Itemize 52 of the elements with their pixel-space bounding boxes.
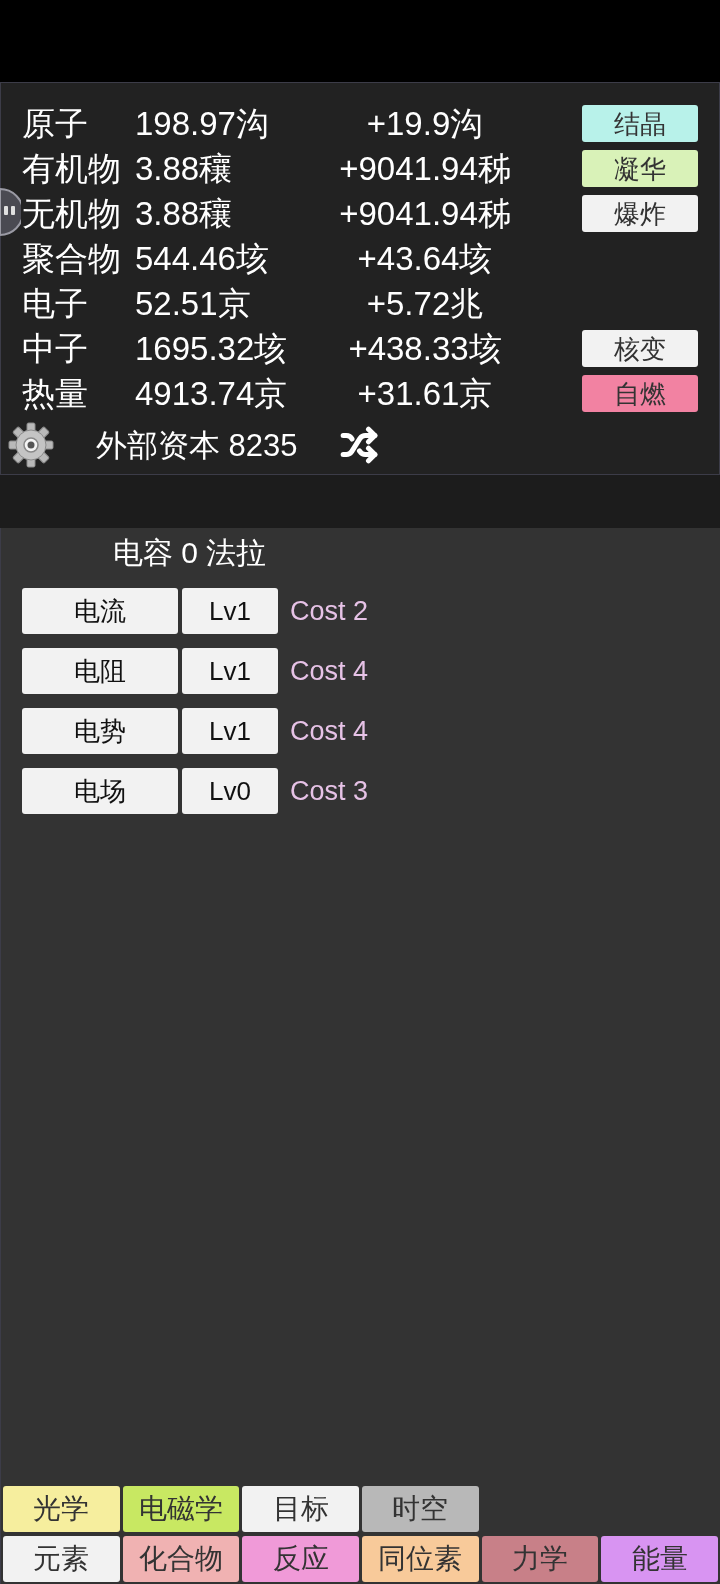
resource-name: 聚合物 — [22, 242, 122, 275]
resource-amount: 198.97沟 — [135, 107, 270, 140]
upgrade-button[interactable]: 电流 — [22, 588, 178, 634]
resource-name: 无机物 — [22, 197, 122, 230]
resource-amount: 52.51京 — [135, 287, 252, 320]
nav-tab[interactable]: 力学 — [481, 1536, 599, 1582]
resource-rate: +31.61京 — [357, 377, 493, 410]
resource-rate: +43.64垓 — [357, 242, 493, 275]
upgrade-button[interactable]: 电场 — [22, 768, 178, 814]
level-button[interactable]: Lv1 — [182, 648, 278, 694]
resource-amount: 3.88穰 — [135, 152, 234, 185]
capacitance-title: 电容 0 法拉 — [113, 538, 267, 568]
resource-name: 有机物 — [22, 152, 122, 185]
resource-rate: +5.72兆 — [366, 287, 484, 320]
capital-label: 外部资本 8235 — [96, 429, 298, 461]
floating-handle-icon[interactable] — [0, 188, 21, 236]
action-button[interactable]: 核变 — [582, 330, 698, 367]
level-button[interactable]: Lv1 — [182, 708, 278, 754]
nav-tab[interactable]: 元素 — [3, 1536, 120, 1582]
nav-tab[interactable]: 目标 — [242, 1486, 359, 1532]
settings-icon[interactable] — [8, 422, 54, 468]
resource-rate: +9041.94秭 — [339, 152, 511, 185]
nav-tab[interactable]: 同位素 — [362, 1536, 479, 1582]
nav-tab[interactable]: 能量 — [601, 1536, 718, 1582]
resource-rate: +438.33垓 — [348, 332, 502, 365]
nav-tab[interactable]: 时空 — [362, 1486, 479, 1532]
level-button[interactable]: Lv0 — [182, 768, 278, 814]
resource-name: 热量 — [22, 377, 89, 410]
resource-name: 中子 — [22, 332, 89, 365]
nav-tab[interactable]: 化合物 — [122, 1536, 240, 1582]
upgrade-button[interactable]: 电阻 — [22, 648, 178, 694]
level-button[interactable]: Lv1 — [182, 588, 278, 634]
upgrade-cost: Cost 3 — [290, 777, 369, 805]
resource-amount: 544.46垓 — [135, 242, 270, 275]
upgrade-cost: Cost 4 — [290, 657, 369, 685]
action-button[interactable]: 爆炸 — [582, 195, 698, 232]
action-button[interactable]: 结晶 — [582, 105, 698, 142]
resource-amount: 1695.32垓 — [135, 332, 289, 365]
nav-tab[interactable]: 反应 — [242, 1536, 359, 1582]
resource-rate: +9041.94秭 — [339, 197, 511, 230]
upgrade-button[interactable]: 电势 — [22, 708, 178, 754]
resource-rate: +19.9沟 — [366, 107, 484, 140]
action-button[interactable]: 凝华 — [582, 150, 698, 187]
action-button[interactable]: 自燃 — [582, 375, 698, 412]
resource-amount: 3.88穰 — [135, 197, 234, 230]
resource-amount: 4913.74京 — [135, 377, 289, 410]
resource-name: 原子 — [22, 107, 89, 140]
nav-tab[interactable]: 电磁学 — [122, 1486, 240, 1532]
resource-name: 电子 — [22, 287, 89, 320]
upgrade-cost: Cost 2 — [290, 597, 369, 625]
nav-tab[interactable]: 光学 — [3, 1486, 120, 1532]
upgrade-cost: Cost 4 — [290, 717, 369, 745]
